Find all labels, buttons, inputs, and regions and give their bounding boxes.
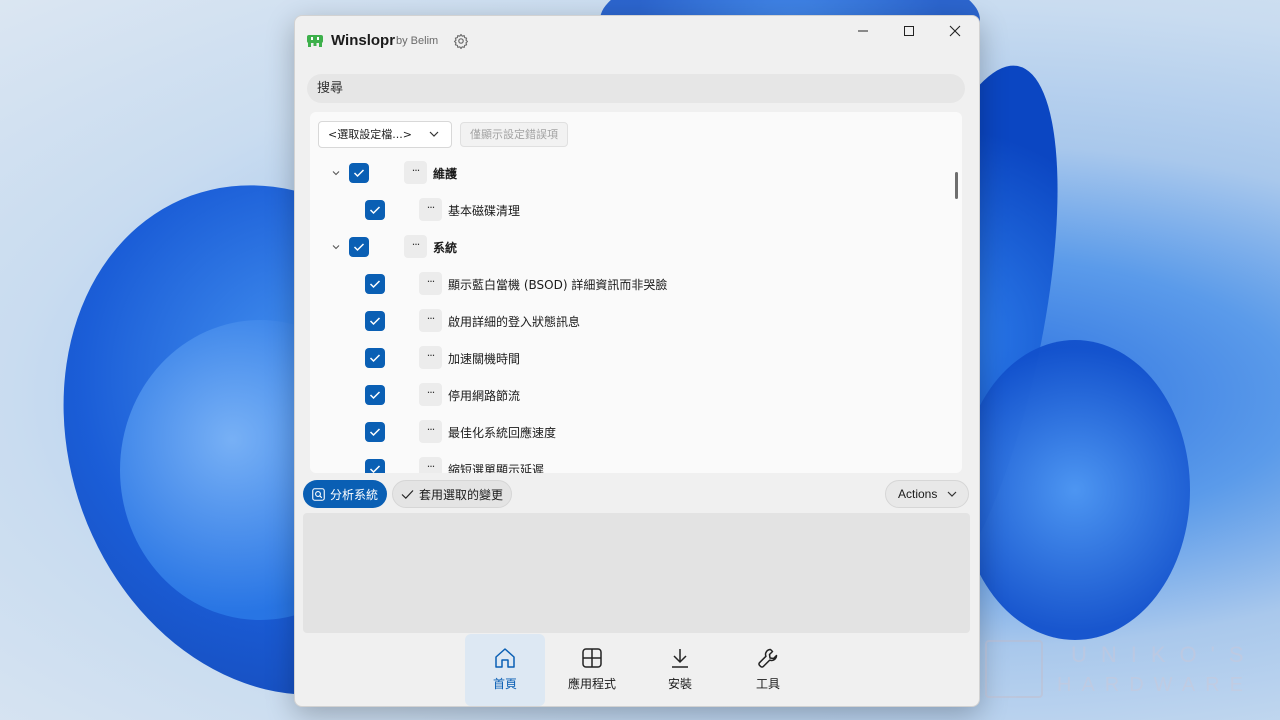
checkbox[interactable]: [365, 422, 385, 442]
checkbox[interactable]: [349, 237, 369, 257]
checkmark-icon: [369, 354, 381, 363]
tree-label: 縮短選單顯示延遲: [448, 463, 545, 473]
apply-changes-label: 套用選取的變更: [419, 487, 504, 502]
minimize-button[interactable]: [840, 16, 886, 46]
app-logo-icon: [307, 35, 323, 47]
chevron-down-icon: [947, 491, 957, 497]
nav-install[interactable]: 安裝: [640, 634, 720, 706]
scrollbar[interactable]: [955, 172, 958, 199]
chevron-down-icon[interactable]: [330, 167, 342, 179]
more-options-button[interactable]: ···: [419, 420, 442, 443]
close-icon: [949, 25, 961, 37]
nav-home[interactable]: 首頁: [465, 634, 545, 706]
nav-home-label: 首頁: [492, 677, 517, 691]
tree-row-system[interactable]: ··· 系統: [310, 229, 950, 266]
checkmark-icon: [353, 169, 365, 178]
chevron-down-icon: [429, 131, 439, 137]
checkmark-icon: [369, 428, 381, 437]
checkmark-icon: [401, 489, 414, 499]
nav-tools-label: 工具: [755, 677, 780, 691]
tree-label: 顯示藍白當機 (BSOD) 詳細資訊而非哭臉: [448, 278, 668, 292]
checkmark-icon: [369, 465, 381, 473]
minimize-icon: [858, 30, 868, 32]
nav-apps-label: 應用程式: [567, 677, 616, 691]
download-icon: [672, 649, 688, 668]
more-options-button[interactable]: ···: [419, 346, 442, 369]
apps-grid-icon: [582, 648, 602, 668]
tree-row[interactable]: ··· 顯示藍白當機 (BSOD) 詳細資訊而非哭臉: [310, 266, 950, 303]
checkmark-icon: [369, 206, 381, 215]
tree-row-maintenance[interactable]: ··· 維護: [310, 155, 950, 192]
checkbox[interactable]: [365, 311, 385, 331]
more-options-button[interactable]: ···: [419, 198, 442, 221]
tree-label: 最佳化系統回應速度: [448, 426, 557, 440]
more-options-button[interactable]: ···: [419, 457, 442, 473]
more-options-button[interactable]: ···: [404, 235, 427, 258]
checkbox[interactable]: [365, 459, 385, 473]
tree-label: 加速關機時間: [448, 352, 521, 366]
wrench-icon: [758, 648, 778, 668]
tree-label: 維護: [433, 167, 458, 181]
watermark-logo: [985, 640, 1043, 698]
tree-label: 系統: [433, 241, 458, 255]
checkmark-icon: [369, 280, 381, 289]
analyze-system-label: 分析系統: [330, 487, 379, 502]
apply-changes-button[interactable]: 套用選取的變更: [392, 480, 512, 508]
app-byline: by Belim: [396, 35, 439, 47]
search-input[interactable]: 搜尋: [307, 74, 965, 103]
show-errors-label: 僅顯示設定錯誤項: [470, 128, 558, 141]
nav-apps[interactable]: 應用程式: [552, 634, 632, 706]
actions-dropdown-button[interactable]: Actions: [885, 480, 969, 508]
tree-row[interactable]: ··· 加速關機時間: [310, 340, 950, 377]
tree-row[interactable]: ··· 最佳化系統回應速度: [310, 414, 950, 451]
checkbox[interactable]: [365, 385, 385, 405]
maximize-button[interactable]: [886, 16, 932, 46]
search-scan-icon: [312, 487, 325, 501]
close-button[interactable]: [932, 16, 978, 46]
watermark-line1: UNIKO'S: [1071, 642, 1258, 667]
watermark-line2: HARDWARE: [1057, 674, 1253, 696]
tree-label: 基本磁碟清理: [448, 204, 521, 218]
tree-row[interactable]: ··· 停用網路節流: [310, 377, 950, 414]
show-errors-button[interactable]: 僅顯示設定錯誤項: [460, 122, 568, 147]
checkmark-icon: [353, 243, 365, 252]
nav-install-label: 安裝: [667, 677, 692, 691]
home-icon: [495, 648, 515, 668]
checkmark-icon: [369, 391, 381, 400]
chevron-down-icon[interactable]: [330, 241, 342, 253]
app-title: Winslopr: [331, 32, 396, 49]
gear-icon[interactable]: [453, 33, 469, 49]
tree-row[interactable]: ··· 啟用詳細的登入狀態訊息: [310, 303, 950, 340]
checkmark-icon: [369, 317, 381, 326]
profile-select-value: <選取設定檔...>: [328, 128, 412, 141]
checkbox[interactable]: [365, 348, 385, 368]
maximize-icon: [904, 26, 914, 36]
search-placeholder: 搜尋: [317, 81, 344, 96]
settings-panel: <選取設定檔...> 僅顯示設定錯誤項 ··· 維護 ··· 基本磁碟清理 ··…: [310, 112, 962, 473]
tree-row[interactable]: ··· 基本磁碟清理: [310, 192, 950, 229]
nav-tools[interactable]: 工具: [728, 634, 808, 706]
title-bar[interactable]: Winslopr by Belim: [295, 16, 979, 64]
tree-row[interactable]: ··· 縮短選單顯示延遲: [310, 451, 950, 473]
profile-select[interactable]: <選取設定檔...>: [318, 121, 452, 148]
analyze-system-button[interactable]: 分析系統: [303, 480, 387, 508]
checkbox[interactable]: [365, 200, 385, 220]
tree-label: 啟用詳細的登入狀態訊息: [448, 315, 581, 329]
more-options-button[interactable]: ···: [419, 309, 442, 332]
tree-label: 停用網路節流: [448, 389, 521, 403]
app-window: Winslopr by Belim 搜尋 <選取設定檔...> 僅顯示設定錯誤項: [294, 15, 980, 707]
more-options-button[interactable]: ···: [419, 383, 442, 406]
watermark: UNIKO'S HARDWARE: [985, 640, 1244, 700]
actions-label: Actions: [898, 487, 938, 501]
checkbox[interactable]: [349, 163, 369, 183]
output-log-area: [303, 513, 970, 633]
checkbox[interactable]: [365, 274, 385, 294]
more-options-button[interactable]: ···: [404, 161, 427, 184]
more-options-button[interactable]: ···: [419, 272, 442, 295]
